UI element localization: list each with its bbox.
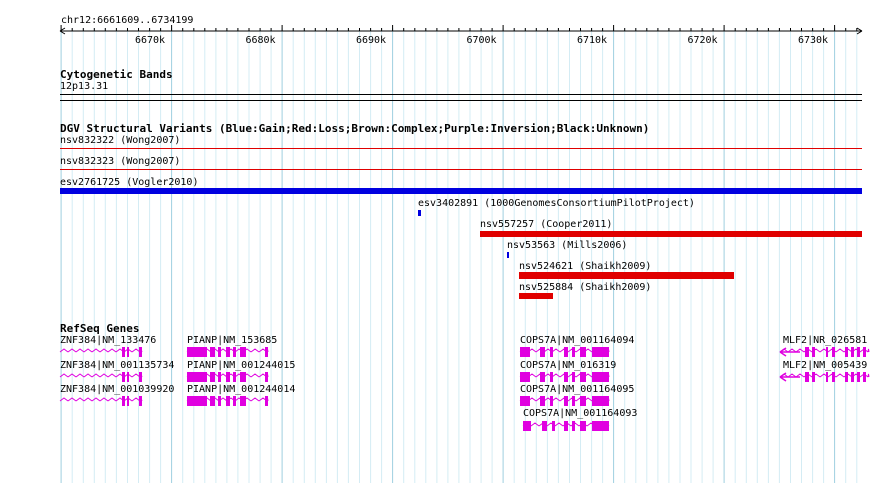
ruler-tick-label: 6720k: [687, 35, 718, 46]
gene-exon: [812, 372, 815, 382]
gene-glyph-cops7a-nm-001164095[interactable]: [0, 394, 890, 408]
cytoband-label: 12p13.31: [60, 81, 109, 92]
gene-exon: [845, 347, 848, 357]
gene-exon: [863, 372, 866, 382]
gene-exon: [857, 372, 860, 382]
gene-exon: [832, 347, 835, 357]
gene-exon: [564, 396, 568, 406]
ruler-tick-label: 6730k: [797, 35, 829, 46]
refseq-track-title[interactable]: RefSeq Genes: [60, 322, 139, 335]
gene-exon: [572, 396, 575, 406]
strand-arrow-left-icon: [779, 347, 800, 357]
gene-exon: [572, 421, 575, 431]
gene-exon: [826, 372, 828, 382]
variant-label: nsv557257 (Cooper2011): [480, 219, 613, 230]
gene-glyph-mlf2-nr-026581[interactable]: [0, 345, 890, 359]
cytoband-bar-bottom: [60, 100, 862, 101]
position-ruler[interactable]: [0, 25, 890, 39]
variant-feature-nsv832323[interactable]: [60, 169, 862, 170]
gene-exon: [805, 372, 809, 382]
gene-exon: [851, 372, 854, 382]
variant-label: esv3402891 (1000GenomesConsortiumPilotPr…: [418, 198, 695, 209]
variant-label: nsv832323 (Wong2007): [60, 156, 181, 167]
variant-feature-esv3402891[interactable]: [418, 210, 421, 216]
gene-exon: [851, 347, 854, 357]
variant-label: nsv832322 (Wong2007): [60, 135, 181, 146]
ruler-tick-label: 6700k: [466, 35, 497, 46]
variant-feature-esv2761725[interactable]: [60, 188, 862, 194]
gene-exon: [552, 421, 555, 431]
variant-feature-nsv524621[interactable]: [519, 272, 734, 279]
ruler-tick-label: 6670k: [134, 35, 166, 46]
variant-feature-nsv525884[interactable]: [519, 293, 553, 299]
gene-exon: [550, 396, 553, 406]
gene-exon: [826, 347, 828, 357]
gene-exon: [832, 372, 835, 382]
gene-exon: [812, 347, 815, 357]
cytoband-track-title[interactable]: Cytogenetic Bands: [60, 68, 173, 81]
gene-exon: [540, 396, 545, 406]
gene-exon: [592, 421, 609, 431]
ruler-tick-label: 6710k: [576, 35, 608, 46]
ruler-tick-label: 6680k: [245, 35, 276, 46]
ruler-tick-label: 6690k: [355, 35, 387, 46]
gene-exon: [564, 421, 568, 431]
dgv-track-title[interactable]: DGV Structural Variants (Blue:Gain;Red:L…: [60, 122, 649, 135]
gene-glyph-cops7a-nm-001164093[interactable]: [0, 419, 890, 433]
gene-exon: [845, 372, 848, 382]
cytoband-bar-top: [60, 94, 862, 95]
gene-exon: [580, 396, 586, 406]
variant-feature-nsv53563[interactable]: [507, 252, 509, 258]
gene-exon: [520, 396, 530, 406]
variant-label: nsv53563 (Mills2006): [507, 240, 628, 251]
gene-exon: [580, 421, 586, 431]
gene-exon: [805, 347, 809, 357]
variant-feature-nsv832322[interactable]: [60, 148, 862, 149]
gene-exon: [592, 396, 609, 406]
variant-feature-nsv557257[interactable]: [480, 231, 862, 237]
gene-exon: [857, 347, 860, 357]
strand-arrow-left-icon: [779, 372, 800, 382]
gene-exon: [863, 347, 866, 357]
gene-exon: [542, 421, 547, 431]
gene-exon: [523, 421, 531, 431]
gene-glyph-mlf2-nm-005439[interactable]: [0, 370, 890, 384]
